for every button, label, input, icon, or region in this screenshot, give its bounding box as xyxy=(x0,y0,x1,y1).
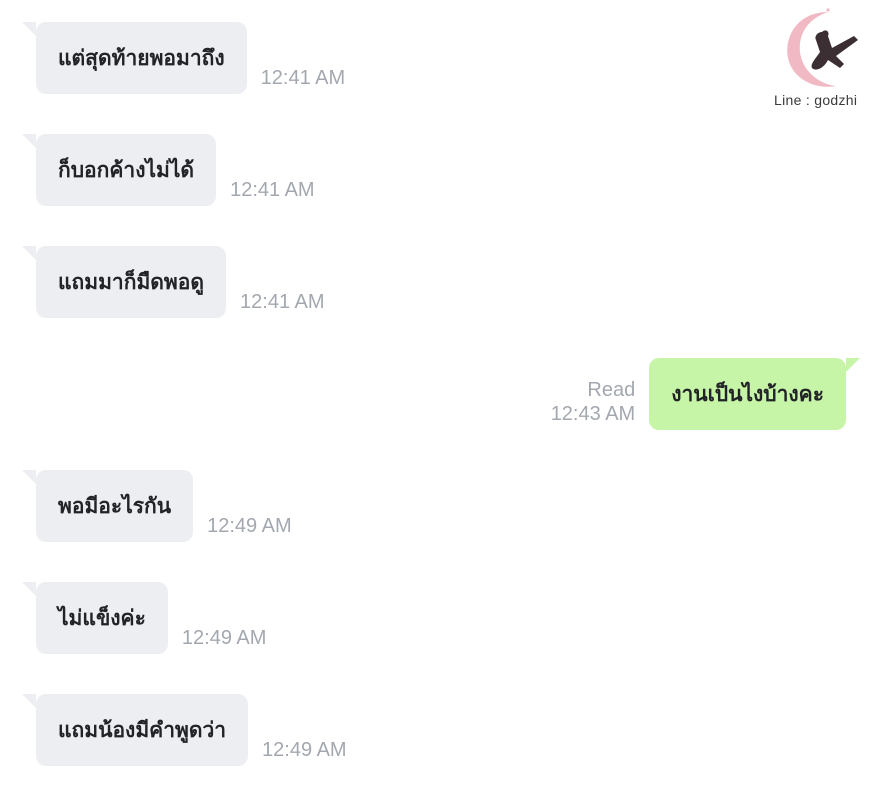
read-receipt: Read xyxy=(587,379,636,401)
message-meta: 12:49 AM xyxy=(182,626,267,654)
message-row-incoming: แถมมาก็มืดพอดู 12:41 AM xyxy=(22,246,325,318)
message-text: แถมมาก็มืดพอดู xyxy=(58,269,205,294)
message-bubble-outgoing[interactable]: งานเป็นไงบ้างคะ xyxy=(649,358,860,430)
message-text: พอมีอะไรกัน xyxy=(58,493,172,518)
bubble-tail xyxy=(22,22,36,36)
message-text: แถมน้องมีคำพูดว่า xyxy=(58,717,227,742)
message-timestamp: 12:49 AM xyxy=(207,515,292,537)
message-bubble-incoming[interactable]: ไม่แข็งค่ะ xyxy=(22,582,168,654)
message-text: ก็บอกค้างไม่ได้ xyxy=(58,157,195,182)
message-bubble-incoming[interactable]: แถมน้องมีคำพูดว่า xyxy=(22,694,249,766)
bubble-tail xyxy=(22,582,36,596)
message-text: งานเป็นไงบ้างคะ xyxy=(671,381,824,406)
message-timestamp: 12:49 AM xyxy=(181,627,267,649)
message-row-incoming: แต่สุดท้ายพอมาถึง 12:41 AM xyxy=(22,22,346,94)
bubble-tail xyxy=(846,358,860,372)
watermark-logo: Line : godzhi xyxy=(770,6,880,114)
bubble-tail xyxy=(22,470,36,484)
message-meta: Read 12:43 AM xyxy=(551,378,636,430)
message-row-incoming: ไม่แข็งค่ะ 12:49 AM xyxy=(22,582,267,654)
message-bubble-incoming[interactable]: แถมมาก็มืดพอดู xyxy=(22,246,227,318)
message-bubble-incoming[interactable]: แต่สุดท้ายพอมาถึง xyxy=(22,22,247,94)
message-timestamp: 12:49 AM xyxy=(262,739,347,761)
message-meta: 12:41 AM xyxy=(261,66,346,94)
bubble-tail xyxy=(22,134,36,148)
bubble-tail xyxy=(22,694,36,708)
message-row-outgoing: Read 12:43 AM งานเป็นไงบ้างคะ xyxy=(551,358,860,430)
message-meta: 12:41 AM xyxy=(230,178,315,206)
message-timestamp: 12:41 AM xyxy=(260,67,346,89)
bubble-tail xyxy=(22,246,36,260)
message-row-incoming: พอมีอะไรกัน 12:49 AM xyxy=(22,470,292,542)
moon-silhouette-icon xyxy=(787,8,858,87)
message-bubble-incoming[interactable]: ก็บอกค้างไม่ได้ xyxy=(22,134,217,206)
message-timestamp: 12:41 AM xyxy=(240,291,325,313)
message-meta: 12:41 AM xyxy=(240,290,325,318)
message-meta: 12:49 AM xyxy=(262,738,347,766)
message-timestamp: 12:41 AM xyxy=(230,179,315,201)
message-text: ไม่แข็งค่ะ xyxy=(58,605,146,630)
message-meta: 12:49 AM xyxy=(207,514,292,542)
message-row-incoming: ก็บอกค้างไม่ได้ 12:41 AM xyxy=(22,134,315,206)
message-text: แต่สุดท้ายพอมาถึง xyxy=(58,45,225,70)
message-row-incoming: แถมน้องมีคำพูดว่า 12:49 AM xyxy=(22,694,347,766)
message-bubble-incoming[interactable]: พอมีอะไรกัน xyxy=(22,470,194,542)
message-timestamp: 12:43 AM xyxy=(550,403,636,425)
watermark-text: Line : godzhi xyxy=(774,92,858,108)
